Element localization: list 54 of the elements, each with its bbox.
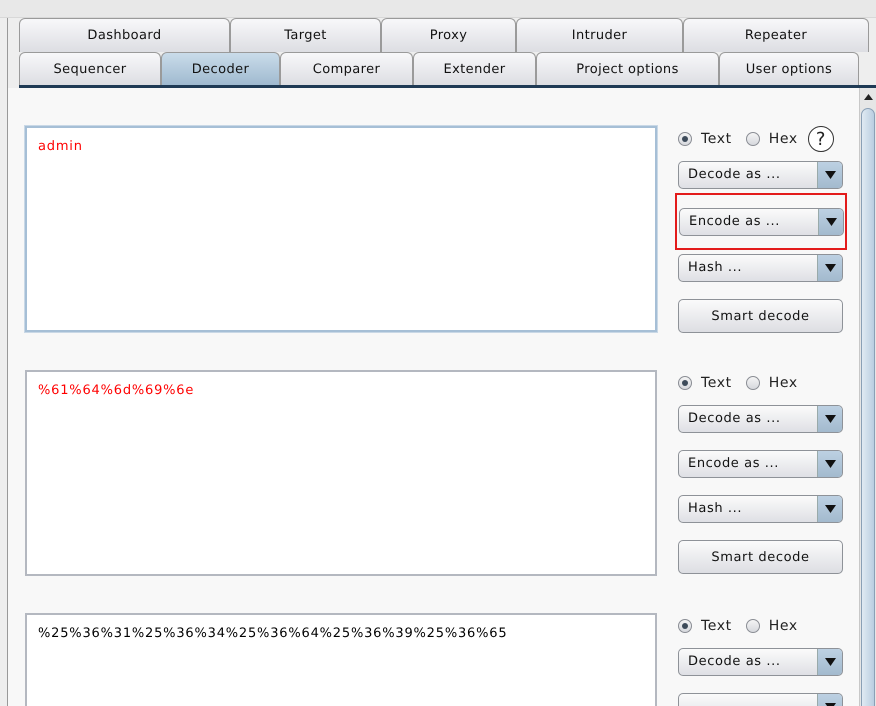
editor-text: %25%36%31%25%36%34%25%36%64%25%36%39%25%36%65	[38, 626, 508, 641]
radio-button[interactable]	[678, 132, 692, 146]
tab[interactable]: Dashboard	[19, 18, 230, 52]
smart-decode-button[interactable]: Smart decode	[678, 540, 843, 574]
radio-label: Text	[701, 375, 732, 391]
dropdown[interactable]: Encode as ...	[678, 450, 843, 478]
radio-button[interactable]	[678, 619, 692, 633]
radio-label: Hex	[768, 375, 798, 391]
radio-button[interactable]	[746, 376, 760, 390]
tab[interactable]: Sequencer	[19, 52, 161, 85]
radio-label: Text	[701, 618, 732, 634]
editor-text: %61%64%6d%69%6e	[38, 383, 194, 398]
tab[interactable]: Intruder	[516, 18, 683, 52]
caret-icon	[824, 505, 836, 513]
tab[interactable]: Comparer	[280, 52, 413, 85]
tab[interactable]: Project options	[536, 52, 719, 85]
scrollbar[interactable]	[859, 88, 876, 706]
caret-icon	[824, 415, 836, 423]
text-editor[interactable]: %61%64%6d%69%6e	[25, 370, 657, 576]
up-arrow-icon[interactable]	[864, 94, 872, 100]
radio-option[interactable]: Hex	[746, 618, 798, 634]
text-editor[interactable]: admin	[25, 126, 657, 332]
radio-button[interactable]	[746, 132, 760, 146]
dropdown[interactable]: Hash ...	[678, 495, 843, 523]
radio-option[interactable]: Hex	[746, 131, 798, 147]
caret-icon	[826, 218, 836, 226]
dropdown[interactable]: Hash ...	[678, 254, 843, 282]
radio-option[interactable]: Text	[678, 375, 732, 391]
tab[interactable]: Extender	[413, 52, 536, 85]
caret-icon	[824, 171, 836, 179]
smart-decode-button[interactable]: Smart decode	[678, 299, 843, 333]
radio-label: Text	[701, 131, 732, 147]
tab[interactable]: Repeater	[683, 18, 869, 52]
radio-label: Hex	[768, 131, 798, 147]
tab[interactable]: Decoder	[161, 52, 280, 85]
radio-label: Hex	[768, 618, 798, 634]
caret-icon	[824, 264, 836, 272]
radio-button[interactable]	[678, 376, 692, 390]
caret-icon	[824, 460, 836, 468]
dropdown[interactable]: Decode as ...	[678, 405, 843, 433]
help-icon[interactable]: ?	[808, 126, 834, 152]
radio-button[interactable]	[746, 619, 760, 633]
tab[interactable]: Proxy	[381, 18, 516, 52]
dropdown[interactable]: Encode as ...	[679, 208, 844, 236]
radio-option[interactable]: Text	[678, 131, 732, 147]
tab[interactable]: User options	[719, 52, 859, 85]
radio-option[interactable]: Hex	[746, 375, 798, 391]
tab[interactable]: Target	[230, 18, 381, 52]
dropdown[interactable]: Decode as ...	[678, 648, 843, 676]
text-editor[interactable]: %25%36%31%25%36%34%25%36%64%25%36%39%25%36%65	[25, 613, 657, 706]
editor-text: admin	[38, 139, 83, 154]
caret-icon	[824, 658, 836, 666]
radio-option[interactable]: Text	[678, 618, 732, 634]
dropdown[interactable]: Decode as ...	[678, 161, 843, 189]
